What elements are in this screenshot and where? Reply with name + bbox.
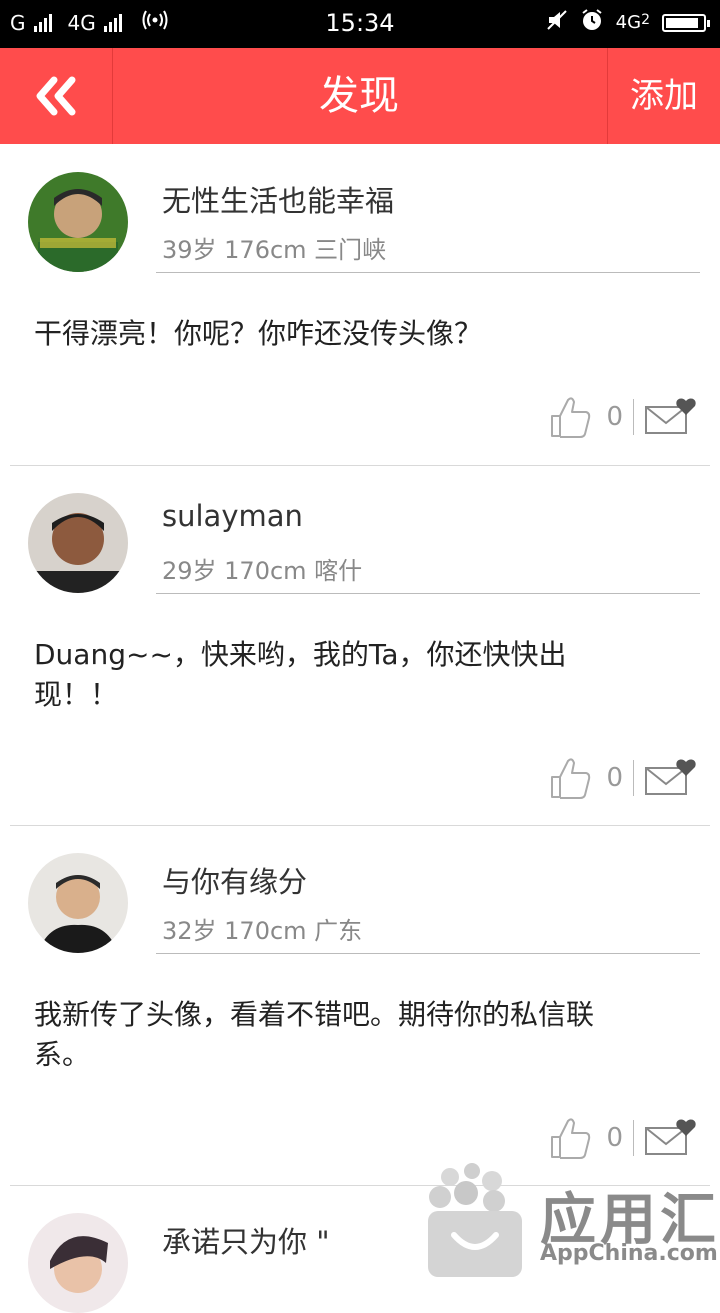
message-heart-icon[interactable] — [644, 397, 698, 437]
network-4g-text: 4G — [615, 12, 642, 33]
divider — [156, 593, 700, 594]
divider — [156, 272, 700, 273]
shopping-bag-logo-icon — [428, 1163, 522, 1277]
message-heart-icon[interactable] — [644, 1118, 698, 1158]
user-meta: 29岁 170cm 喀什 — [162, 557, 363, 585]
post-item: sulayman 29岁 170cm 喀什 Duang~~，快来哟，我的Ta，你… — [10, 465, 710, 826]
user-name[interactable]: 承诺只为你 " — [162, 1219, 330, 1261]
back-button[interactable] — [0, 48, 113, 144]
divider — [156, 953, 700, 954]
avatar[interactable] — [28, 853, 128, 953]
network-4g-label: 4G 2 — [616, 12, 650, 33]
double-chevron-left-icon — [36, 76, 76, 116]
app-header: 发现 添加 — [0, 48, 720, 144]
user-meta: 32岁 170cm 广东 — [162, 917, 363, 945]
mute-icon — [546, 9, 568, 36]
avatar[interactable] — [28, 172, 128, 272]
network-sub-text: 2 — [641, 12, 650, 28]
post-actions: 0 — [548, 755, 698, 801]
status-bar: G 4G 15:34 4G 2 — [0, 0, 720, 48]
user-meta: 39岁 176cm 三门峡 — [162, 236, 387, 264]
thumbs-up-icon[interactable] — [548, 394, 592, 440]
divider — [633, 399, 634, 435]
watermark-subtext: AppChina.com — [540, 1241, 718, 1266]
post-actions: 0 — [548, 394, 698, 440]
alarm-icon — [580, 8, 604, 37]
avatar[interactable] — [28, 1213, 128, 1313]
divider — [633, 1120, 634, 1156]
post-content: 干得漂亮！你呢？你咋还没传头像？ — [34, 317, 483, 350]
user-name[interactable]: 与你有缘分 — [162, 859, 307, 901]
thumbs-up-icon[interactable] — [548, 755, 592, 801]
like-count: 0 — [606, 402, 623, 432]
page-title: 发现 — [319, 73, 399, 119]
post-item: 无性生活也能幸福 39岁 176cm 三门峡 干得漂亮！你呢？你咋还没传头像？ … — [10, 144, 710, 466]
divider — [633, 760, 634, 796]
add-button[interactable]: 添加 — [607, 48, 720, 144]
battery-icon — [662, 13, 710, 32]
user-name[interactable]: sulayman — [162, 499, 303, 533]
appchina-watermark: 应用汇 AppChina.com — [420, 1155, 720, 1280]
message-heart-icon[interactable] — [644, 758, 698, 798]
post-content: Duang~~，快来哟，我的Ta，你还快快出现！！ — [34, 638, 567, 711]
post-content: 我新传了头像，看着不错吧。期待你的私信联系。 — [34, 998, 595, 1071]
avatar[interactable] — [28, 493, 128, 593]
like-count: 0 — [606, 763, 623, 793]
post-item: 与你有缘分 32岁 170cm 广东 我新传了头像，看着不错吧。期待你的私信联系… — [10, 825, 710, 1186]
like-count: 0 — [606, 1123, 623, 1153]
status-icons: 4G 2 — [546, 8, 710, 37]
user-name[interactable]: 无性生活也能幸福 — [162, 178, 394, 220]
